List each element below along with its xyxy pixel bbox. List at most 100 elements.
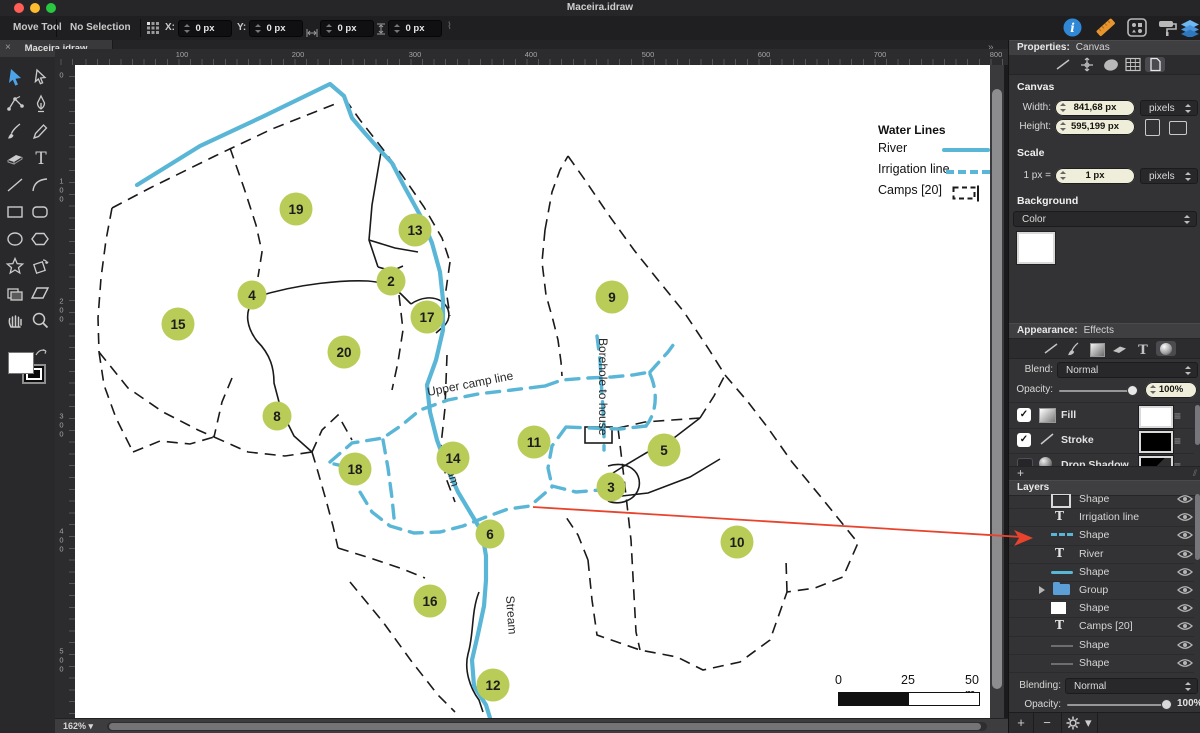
line-tool[interactable] [5,175,27,197]
ellipse-tool[interactable] [5,229,27,251]
add-layer-button[interactable]: + [1009,713,1033,733]
stroke-color-swatch[interactable] [1139,431,1173,453]
node-tool[interactable] [5,94,27,116]
layer-row[interactable]: Shape [1009,654,1194,673]
info-icon[interactable]: i [1063,18,1082,42]
blend-mode-dropdown[interactable]: Normal [1057,362,1198,378]
camp-marker[interactable]: 12 [476,668,510,702]
height-input[interactable]: 0 px [388,20,442,37]
constrain-link-icon[interactable]: ⌇ [447,21,452,32]
camp-marker[interactable]: 4 [237,280,267,310]
layer-opacity-slider[interactable] [1067,699,1172,710]
layer-row[interactable]: T Irrigation line [1009,508,1194,528]
scale-units-dropdown[interactable]: pixels [1140,168,1198,184]
visibility-eye-icon[interactable] [1177,530,1193,540]
camp-marker[interactable]: 15 [161,307,195,341]
drawing-canvas[interactable]: Upper camp line Borehole to house Stream… [75,65,990,718]
width-units-dropdown[interactable]: pixels [1140,100,1198,116]
opacity-slider[interactable] [1059,385,1138,396]
camp-marker[interactable]: 10 [720,525,754,559]
visibility-eye-icon[interactable] [1177,658,1193,668]
fill-swatch[interactable] [8,352,34,374]
zoom-level-dropdown[interactable]: 162% ▾ [63,721,93,732]
swap-colors-icon[interactable] [34,347,48,359]
camp-marker[interactable]: 16 [413,584,447,618]
rectangle-tool[interactable] [5,202,27,224]
layers-panel-icon[interactable] [1180,19,1200,42]
fill-drag-handle[interactable]: ≡ [1174,410,1181,422]
visibility-eye-icon[interactable] [1177,512,1193,522]
effect-row-fill[interactable]: ✓ Fill ≡ [1009,403,1194,429]
visibility-eye-icon[interactable] [1177,567,1193,577]
appearance-stroke-icon[interactable] [1041,341,1061,356]
camp-marker[interactable]: 3 [596,472,626,502]
portrait-orientation-icon[interactable] [1145,119,1160,136]
arc-tool[interactable] [30,175,52,197]
tab-grid-properties[interactable] [1123,57,1143,72]
camp-marker[interactable]: 2 [376,266,406,296]
appearance-eraser-icon[interactable] [1110,341,1130,356]
tab-transform-properties[interactable] [1077,57,1097,72]
style-roller-icon[interactable] [1157,19,1177,42]
rounded-rectangle-tool[interactable] [30,202,52,224]
shape-library-icon[interactable] [1127,18,1147,42]
visibility-eye-icon[interactable] [1177,494,1193,504]
y-position-input[interactable]: 0 px [249,20,303,37]
camp-marker[interactable]: 5 [647,433,681,467]
camp-marker[interactable]: 19 [279,192,313,226]
skew-tool[interactable] [30,283,52,305]
camp-marker[interactable]: 17 [410,300,444,334]
camp-marker[interactable]: 14 [436,441,470,475]
stroke-drag-handle[interactable]: ≡ [1174,435,1181,447]
canvas-vertical-scrollbar[interactable] [990,65,1004,718]
pen-tool[interactable] [30,94,52,116]
layer-row[interactable]: Shape [1009,599,1194,619]
panel-resize-grip[interactable]: ⫽ [1193,468,1197,479]
camp-marker[interactable]: 11 [517,425,551,459]
visibility-eye-icon[interactable] [1177,621,1193,631]
camp-marker[interactable]: 8 [262,401,292,431]
remove-layer-button[interactable]: − [1034,713,1060,733]
layer-row-irrigation-shape[interactable]: Shape [1009,526,1194,546]
visibility-eye-icon[interactable] [1177,549,1193,559]
x-position-input[interactable]: 0 px [178,20,232,37]
eraser-tool[interactable] [5,148,27,170]
anchor-grid-icon[interactable] [146,21,159,39]
background-type-dropdown[interactable]: Color [1013,211,1197,227]
appearance-text-icon[interactable]: T [1133,341,1153,358]
tab-shape-properties[interactable] [1101,57,1121,72]
opacity-value-input[interactable]: 100% [1145,382,1197,398]
landscape-orientation-icon[interactable] [1169,121,1187,135]
tab-canvas-properties[interactable] [1145,57,1165,72]
canvas-width-input[interactable]: 841,68 px [1055,100,1135,116]
layer-row[interactable]: Shape [1009,563,1194,582]
appearance-brush-icon[interactable] [1064,341,1084,356]
appearance-effects-icon[interactable] [1156,341,1176,356]
camp-marker[interactable]: 18 [338,452,372,486]
move-tool[interactable] [5,67,27,89]
stroke-checkbox[interactable]: ✓ [1017,433,1031,447]
canvas-horizontal-scrollbar[interactable] [107,722,987,731]
canvas-height-input[interactable]: 595,199 px [1055,119,1135,135]
layer-row-group[interactable]: Group [1009,581,1194,601]
layer-row[interactable]: T Camps [20] [1009,617,1194,637]
text-tool[interactable]: T [30,148,52,170]
zoom-tool[interactable] [30,310,52,332]
camp-marker[interactable]: 20 [327,335,361,369]
fill-stroke-swatches[interactable] [8,348,48,390]
layer-row[interactable]: Shape [1009,636,1194,655]
pencil-tool[interactable] [30,121,52,143]
layout-tool[interactable] [5,283,27,305]
fill-checkbox[interactable]: ✓ [1017,408,1031,422]
polygon-tool[interactable] [30,229,52,251]
camp-marker[interactable]: 6 [475,519,505,549]
star-tool[interactable] [5,256,27,278]
effect-row-stroke[interactable]: ✓ Stroke ≡ [1009,428,1194,454]
brush-tool[interactable] [5,121,27,143]
active-tool-label[interactable]: Move Tool [13,16,62,40]
layer-row[interactable]: T River [1009,545,1194,564]
background-color-swatch[interactable] [1017,232,1055,264]
visibility-eye-icon[interactable] [1177,585,1193,595]
layer-blending-dropdown[interactable]: Normal [1065,678,1198,694]
fill-color-swatch[interactable] [1139,406,1173,428]
